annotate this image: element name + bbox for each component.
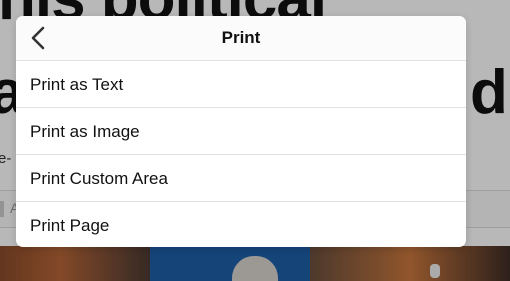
print-custom-area-option[interactable]: Print Custom Area	[16, 155, 466, 202]
option-label: Print as Image	[30, 122, 140, 141]
print-as-text-option[interactable]: Print as Text	[16, 61, 466, 108]
print-page-option[interactable]: Print Page	[16, 202, 466, 247]
option-label: Print as Text	[30, 75, 124, 94]
screen: his political a d e- A Print	[0, 0, 510, 281]
print-as-image-option[interactable]: Print as Image	[16, 108, 466, 155]
option-label: Print Custom Area	[30, 169, 168, 188]
dialog-title: Print	[221, 28, 261, 47]
print-dialog: Print Print as Text Print as Image Print…	[16, 16, 466, 247]
option-label: Print Page	[30, 216, 110, 235]
dialog-header: Print	[16, 16, 466, 61]
